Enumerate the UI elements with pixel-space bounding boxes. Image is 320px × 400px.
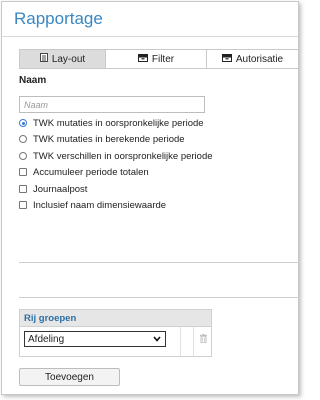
select-value: Afdeling [28, 333, 65, 345]
section-divider [19, 297, 298, 298]
page-title: Rapportage [14, 9, 103, 28]
tab-label: Autorisatie [235, 53, 284, 65]
row-groups-table: Rij groepen Afdeling [19, 309, 212, 357]
checkbox[interactable] [19, 185, 27, 193]
row-group-select[interactable]: Afdeling [24, 331, 166, 347]
report-dialog: Rapportage Lay-out Filter Autorisatie Na… [1, 1, 299, 395]
radio-option[interactable]: TWK verschillen in oorspronkelijke perio… [19, 149, 213, 163]
checkbox-label: Accumuleer periode totalen [33, 166, 149, 178]
tab-label: Filter [151, 53, 175, 65]
radio-option[interactable]: TWK mutaties in oorspronkelijke periode [19, 116, 204, 130]
column-divider [180, 327, 181, 356]
column-divider [193, 327, 194, 356]
section-divider [19, 262, 298, 263]
radio-button-checked[interactable] [19, 119, 27, 127]
radio-button[interactable] [19, 152, 27, 160]
title-divider [2, 36, 298, 37]
tab-filter[interactable]: Filter [106, 50, 207, 68]
checkbox-label: Inclusief naam dimensiewaarde [33, 199, 167, 211]
tray-icon [221, 53, 232, 65]
radio-label: TWK verschillen in oorspronkelijke perio… [33, 150, 213, 162]
add-button[interactable]: Toevoegen [19, 368, 120, 386]
tray-icon [137, 53, 148, 65]
tab-autorisatie[interactable]: Autorisatie [207, 50, 298, 68]
row-groups-header: Rij groepen [20, 310, 211, 327]
checkbox[interactable] [19, 168, 27, 176]
document-icon [39, 53, 48, 65]
tab-label: Lay-out [51, 53, 86, 65]
checkbox-option[interactable]: Inclusief naam dimensiewaarde [19, 198, 166, 212]
radio-button[interactable] [19, 135, 27, 143]
checkbox-option[interactable]: Journaalpost [19, 182, 87, 196]
checkbox-option[interactable]: Accumuleer periode totalen [19, 165, 149, 179]
checkbox[interactable] [19, 201, 27, 209]
radio-label: TWK mutaties in oorspronkelijke periode [33, 117, 204, 129]
checkbox-label: Journaalpost [33, 183, 88, 195]
radio-label: TWK mutaties in berekende periode [33, 133, 185, 145]
tab-lay-out[interactable]: Lay-out [19, 50, 106, 68]
title-bar: Rapportage [2, 2, 298, 40]
table-row: Afdeling [20, 327, 211, 356]
name-input[interactable] [19, 96, 205, 113]
tab-bar: Lay-out Filter Autorisatie [19, 49, 298, 69]
chevron-down-icon [153, 334, 161, 345]
radio-option[interactable]: TWK mutaties in berekende periode [19, 132, 185, 146]
name-section-label: Naam [19, 75, 47, 86]
trash-icon[interactable] [200, 334, 207, 344]
